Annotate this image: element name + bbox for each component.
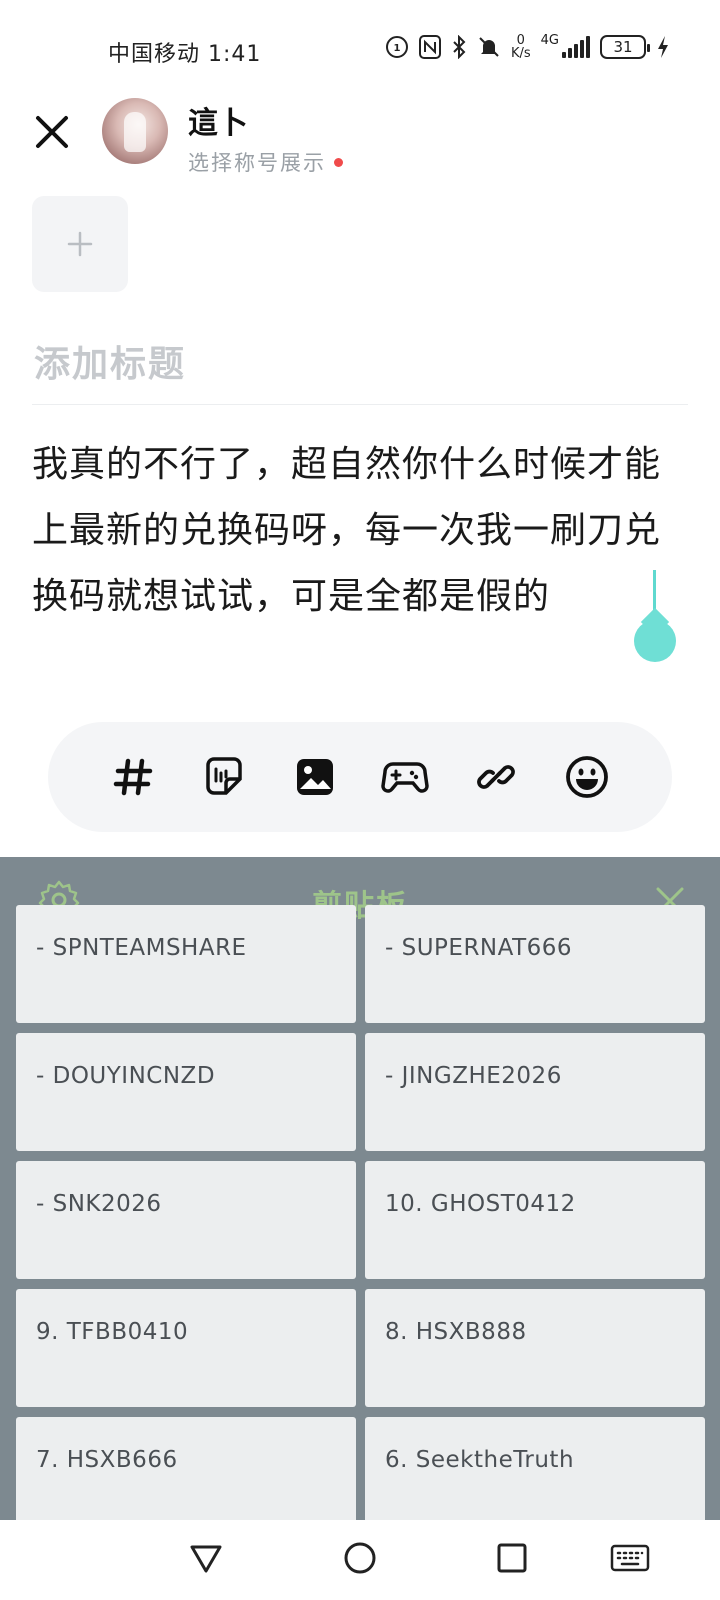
status-icons: 1 0 K/s 4G 31 [385,34,670,60]
clipboard-item[interactable]: 9. TFBB0410 [16,1289,356,1407]
network-type: 4G [540,33,559,48]
title-input[interactable]: 添加标题 [34,335,186,387]
clipboard-item[interactable]: 6. SeektheTruth [365,1417,705,1520]
avatar[interactable] [102,98,168,164]
link-icon [477,765,515,789]
hd-call-icon: 1 [385,34,409,60]
signal-icon: 4G [541,34,590,60]
divider [32,404,688,405]
bluetooth-icon [451,34,467,60]
recents-button[interactable] [490,1536,534,1580]
clipboard-item[interactable]: 10. GHOST0412 [365,1161,705,1279]
close-button[interactable] [30,110,74,154]
clipboard-item-text: 9. TFBB0410 [36,1319,189,1345]
image-button[interactable] [291,753,339,801]
back-button[interactable] [184,1536,228,1580]
back-triangle-icon [190,1545,222,1573]
clipboard-item[interactable]: - SNK2026 [16,1161,356,1279]
status-bar: 中国移动 1:41 1 0 K/s 4G 31 [0,30,720,70]
keyboard-button[interactable] [608,1536,652,1580]
clipboard-item-text: - SUPERNAT666 [385,935,573,961]
clipboard-item[interactable]: - SUPERNAT666 [365,905,705,1023]
editor-toolbar [48,722,672,832]
game-icon [381,762,430,793]
nfc-icon [418,34,441,60]
clipboard-item-text: 10. GHOST0412 [385,1191,576,1217]
notification-dot [334,157,343,167]
close-icon [36,116,68,148]
body-text-input[interactable]: 我真的不行了，超自然你什么时候才能上最新的兑换码呀，每一次我一刷刀兑换码就想试试… [32,432,692,630]
home-circle-icon [344,1542,376,1574]
clipboard-item-text: 6. SeektheTruth [385,1447,575,1473]
clipboard-item[interactable]: 7. HSXB666 [16,1417,356,1520]
clipboard-item[interactable]: - JINGZHE2026 [365,1033,705,1151]
battery-icon: 31 [600,35,650,59]
network-speed: 0 K/s [511,34,531,60]
image-icon [296,759,333,795]
clipboard-item-text: - SNK2026 [36,1191,162,1217]
navigation-bar [0,1520,720,1600]
plus-icon [67,231,93,257]
clipboard-panel: 剪贴板 - SPNTEAMSHARE - SUPERNAT666 - DOUYI… [0,857,720,1520]
clipboard-item[interactable]: - DOUYINCNZD [16,1033,356,1151]
recents-square-icon [497,1543,527,1573]
sticker-icon [206,757,242,795]
home-button[interactable] [338,1536,382,1580]
game-button[interactable] [381,753,430,801]
cursor-handle[interactable] [634,620,676,662]
hashtag-icon [114,758,153,796]
clipboard-item-text: - JINGZHE2026 [385,1063,562,1089]
charging-icon [656,34,670,60]
clipboard-item[interactable]: - SPNTEAMSHARE [16,905,356,1023]
link-button[interactable] [472,753,520,801]
clipboard-item-text: 7. HSXB666 [36,1447,178,1473]
svg-text:1: 1 [393,43,400,54]
mute-bell-icon [477,34,501,60]
emoji-icon [565,756,608,798]
clipboard-item-text: 8. HSXB888 [385,1319,527,1345]
battery-level: 31 [613,38,633,56]
hashtag-button[interactable] [109,753,157,801]
user-name: 這卜 [188,106,248,141]
clipboard-item-text: - SPNTEAMSHARE [36,935,247,961]
emoji-button[interactable] [563,753,611,801]
carrier-time: 中国移动 1:41 [108,42,262,67]
clipboard-item[interactable]: 8. HSXB888 [365,1289,705,1407]
title-select-label: 选择称号展示 [188,151,326,175]
keyboard-icon [610,1544,650,1572]
net-speed-unit: K/s [510,46,531,61]
sticker-button[interactable] [200,753,248,801]
clipboard-item-text: - DOUYINCNZD [36,1063,216,1089]
add-image-button[interactable] [32,196,128,292]
post-editor-screen: 中国移动 1:41 1 0 K/s 4G 31 這卜 选择称号展示 添加标题 我… [0,0,720,1600]
title-select-link[interactable]: 选择称号展示 [188,147,343,177]
